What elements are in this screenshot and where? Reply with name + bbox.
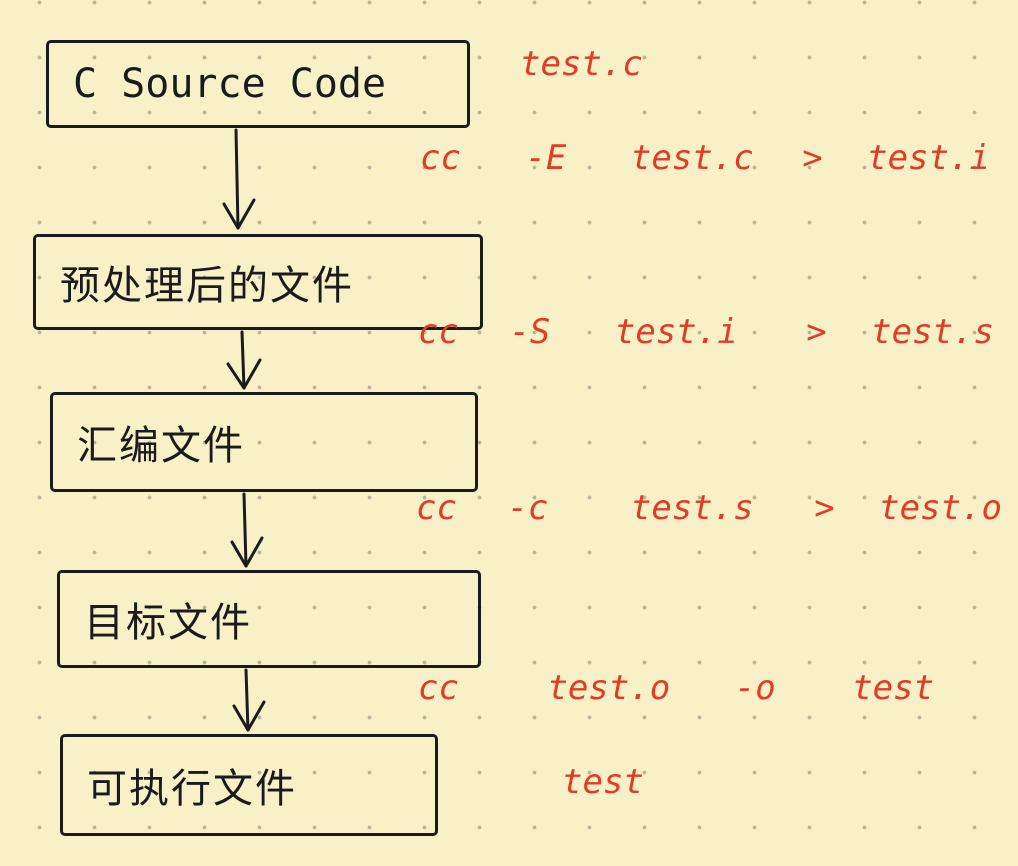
- cmd-redirect: >: [806, 312, 827, 352]
- annotation-step-assemble: cc -c test.s > test.o: [416, 488, 1002, 528]
- arrow-down-icon: [230, 492, 264, 568]
- flow-arrows: [222, 128, 266, 732]
- cmd-flag: -o: [734, 668, 776, 708]
- filename: test.c: [520, 44, 643, 84]
- cmd-output: test: [852, 668, 935, 708]
- annotation-result-file: test: [562, 762, 644, 802]
- arrow-down-icon: [226, 330, 262, 390]
- cmd-input: test.o: [547, 668, 671, 708]
- arrow-down-icon: [232, 668, 266, 732]
- annotation-step-link: cc test.o -o test: [418, 668, 934, 708]
- cmd-flag: -E: [525, 138, 567, 178]
- annotation-step-compile: cc -S test.i > test.s: [418, 312, 994, 352]
- cmd-input: test.s: [630, 488, 754, 528]
- cmd-redirect: >: [814, 488, 835, 528]
- cmd-input: test.c: [630, 138, 754, 178]
- annotation-source-file: test.c: [520, 44, 643, 84]
- cmd-name: cc: [418, 312, 459, 352]
- cmd-flag: -S: [509, 312, 551, 352]
- annotation-step-preprocess: cc -E test.c > test.i: [420, 138, 990, 178]
- filename: test: [562, 762, 644, 802]
- cmd-output: test.s: [871, 312, 994, 352]
- cmd-name: cc: [420, 138, 461, 178]
- cmd-name: cc: [418, 668, 459, 708]
- cmd-output: test.o: [879, 488, 1002, 528]
- cmd-name: cc: [416, 488, 457, 528]
- cmd-output: test.i: [867, 138, 990, 178]
- cmd-flag: -c: [507, 488, 549, 528]
- cmd-input: test.i: [614, 312, 738, 352]
- arrow-down-icon: [222, 128, 256, 230]
- cmd-redirect: >: [802, 138, 823, 178]
